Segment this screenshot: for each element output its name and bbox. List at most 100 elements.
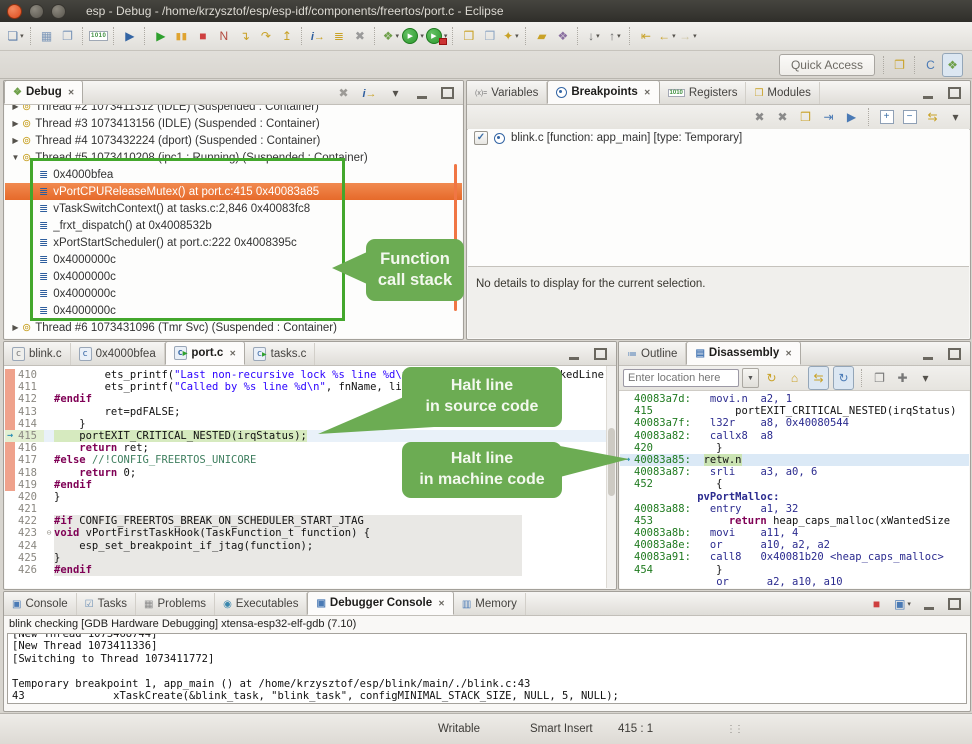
next-annotation-icon[interactable]: ↓▾ <box>584 25 603 47</box>
track-expression-icon[interactable]: ↻ <box>833 366 854 390</box>
breakpoint-checkbox[interactable]: ✓ <box>474 131 488 145</box>
registers-view-icon[interactable]: 1010 <box>89 25 108 47</box>
tree-expand-arrow[interactable]: ▶ <box>10 323 21 332</box>
link-with-debug-view-icon[interactable]: ⇆ <box>923 106 942 128</box>
save-all-icon[interactable]: ❐ <box>58 25 77 47</box>
view-tab-variables[interactable]: (x)=Variables <box>467 82 547 104</box>
run-icon[interactable]: ▶▾ <box>402 25 424 47</box>
console-output[interactable]: [New Thread 1073468744][New Thread 10734… <box>7 633 967 704</box>
skip-all-breakpoints-icon[interactable]: ▶ <box>842 106 861 128</box>
maximize-icon[interactable] <box>945 343 964 365</box>
resume-icon[interactable]: ▶ <box>151 25 170 47</box>
open-new-view-icon[interactable]: ❐ <box>870 367 889 389</box>
maximize-icon[interactable] <box>591 343 610 365</box>
view-tab-registers[interactable]: 1010Registers <box>660 82 747 104</box>
console-tab-executables[interactable]: ◉Executables <box>215 593 307 615</box>
source-editor[interactable]: 410 ets_printf("Last non-recursive lock … <box>5 366 615 588</box>
view-tab-breakpoints[interactable]: Breakpoints✕ <box>547 80 659 104</box>
step-into-icon[interactable]: ↴ <box>235 25 254 47</box>
thread-row[interactable]: ▶⊚Thread #4 1073432224 (dport) (Suspende… <box>5 132 462 149</box>
minimize-icon[interactable] <box>564 343 583 365</box>
forward-icon[interactable]: →▾ <box>678 25 697 47</box>
instruction-stepping-mode-icon[interactable]: i→ <box>360 82 379 104</box>
stack-frame-row[interactable]: ≣vTaskSwitchContext() at tasks.c:2,846 0… <box>5 200 462 217</box>
editor-scrollbar[interactable] <box>606 366 616 588</box>
new-wizard-icon[interactable]: ❏▾ <box>6 25 25 47</box>
tab-close-icon[interactable]: ✕ <box>229 349 236 358</box>
last-edit-location-icon[interactable]: ⇤ <box>636 25 655 47</box>
previous-annotation-icon[interactable]: ↑▾ <box>605 25 624 47</box>
window-minimize-button[interactable] <box>29 4 44 19</box>
refresh-view-icon[interactable]: ↻ <box>762 367 781 389</box>
view-tab-outline[interactable]: ≔Outline <box>619 343 686 365</box>
minimize-icon[interactable] <box>412 82 431 104</box>
view-menu-icon[interactable]: ▾ <box>386 82 405 104</box>
console-tab-tasks[interactable]: ☑Tasks <box>77 593 136 615</box>
view-menu-icon[interactable]: ▾ <box>916 367 935 389</box>
cpp-perspective-icon[interactable]: C <box>921 54 940 76</box>
view-tab-disassembly[interactable]: ▤Disassembly✕ <box>686 341 800 365</box>
debug-icon[interactable]: ❖▾ <box>381 25 400 47</box>
step-over-icon[interactable]: ↷ <box>256 25 275 47</box>
sync-with-active-context-icon[interactable]: ⇆ <box>808 366 829 390</box>
tab-close-icon[interactable]: ✕ <box>785 349 792 358</box>
remove-all-terminated-icon[interactable]: ✖ <box>334 82 353 104</box>
go-to-pc-home-icon[interactable]: ⌂ <box>785 367 804 389</box>
quick-access-button[interactable]: Quick Access <box>779 54 875 76</box>
window-maximize-button[interactable] <box>51 4 66 19</box>
maximize-icon[interactable] <box>945 593 964 615</box>
tab-close-icon[interactable]: ✕ <box>644 88 651 97</box>
console-tab-memory[interactable]: ▥Memory <box>454 593 526 615</box>
tree-expand-arrow[interactable]: ▶ <box>10 105 21 111</box>
use-step-filters-icon[interactable]: ✖ <box>350 25 369 47</box>
stack-frame-row[interactable]: ≣0x4000bfea <box>5 166 462 183</box>
suspend-icon[interactable]: ▮▮ <box>172 25 191 47</box>
stack-frame-row[interactable]: ≣xPortStartScheduler() at port.c:222 0x4… <box>5 234 462 251</box>
editor-scrollbar-thumb[interactable] <box>608 428 615 496</box>
external-tools-icon[interactable]: ▶▾ <box>426 25 448 47</box>
editor-tab-blink-c[interactable]: cblink.c <box>4 343 71 365</box>
maximize-icon[interactable] <box>438 82 457 104</box>
console-tab-debugger-console[interactable]: ▣Debugger Console✕ <box>307 591 453 615</box>
resume-at-line-icon[interactable]: ≣ <box>329 25 348 47</box>
open-perspective-icon[interactable]: ❐ <box>890 54 909 76</box>
show-supported-breakpoints-icon[interactable]: ❒ <box>796 106 815 128</box>
debug-extras-icon[interactable]: ❖ <box>553 25 572 47</box>
location-dropdown-button[interactable]: ▼ <box>742 368 759 388</box>
editor-tab-tasks-c[interactable]: c▶tasks.c <box>245 343 315 365</box>
breakpoint-row[interactable]: ✓blink.c [function: app_main] [type: Tem… <box>468 129 969 147</box>
skip-all-breakpoints-icon[interactable]: ▶ <box>120 25 139 47</box>
disconnect-icon[interactable]: N <box>214 25 233 47</box>
pin-view-icon[interactable]: ✚ <box>893 367 912 389</box>
debug-tree-scrollbar[interactable] <box>454 164 457 311</box>
console-tab-problems[interactable]: ▦Problems <box>136 593 215 615</box>
expand-all-icon[interactable]: + <box>877 106 896 128</box>
step-return-icon[interactable]: ↥ <box>277 25 296 47</box>
editor-tab-port-c[interactable]: c▶port.c✕ <box>165 341 245 365</box>
mark-occurrences-icon[interactable]: ▰ <box>532 25 551 47</box>
thread-row[interactable]: ▶⊚Thread #2 1073411312 (IDLE) (Suspended… <box>5 105 462 115</box>
console-tab-console[interactable]: ▣Console <box>4 593 77 615</box>
collapse-all-icon[interactable]: − <box>900 106 919 128</box>
disassembly-listing[interactable]: 40083a7d: movi.n a2, 1415 portEXIT_CRITI… <box>620 391 969 588</box>
stack-frame-row[interactable]: ≣_frxt_dispatch() at 0x4008532b <box>5 217 462 234</box>
save-icon[interactable]: ▦ <box>37 25 56 47</box>
tree-expand-arrow[interactable]: ▶ <box>10 119 21 128</box>
debug-tab-debug[interactable]: ❖Debug✕ <box>4 80 83 104</box>
tab-close-icon[interactable]: ✕ <box>438 599 445 608</box>
thread-row[interactable]: ▶⊚Thread #6 1073431096 (Tmr Svc) (Suspen… <box>5 319 462 336</box>
editor-tab-0x4000bfea[interactable]: c0x4000bfea <box>71 343 165 365</box>
terminate-icon[interactable]: ■ <box>193 25 212 47</box>
thread-row[interactable]: ▶⊚Thread #3 1073413156 (IDLE) (Suspended… <box>5 115 462 132</box>
view-menu-icon[interactable]: ▾ <box>946 106 965 128</box>
stack-frame-row[interactable]: ≣0x4000000c <box>5 268 462 285</box>
tree-expand-arrow[interactable]: ▼ <box>10 153 21 162</box>
minimize-icon[interactable] <box>919 593 938 615</box>
tree-expand-arrow[interactable]: ▶ <box>10 136 21 145</box>
remove-all-breakpoints-icon[interactable]: ✖ <box>773 106 792 128</box>
view-tab-modules[interactable]: ❒Modules <box>746 82 819 104</box>
open-element-icon[interactable]: ❒ <box>480 25 499 47</box>
disassembly-location-input[interactable] <box>623 369 739 387</box>
back-icon[interactable]: ←▾ <box>657 25 676 47</box>
stack-frame-row[interactable]: ≣0x4000000c <box>5 251 462 268</box>
